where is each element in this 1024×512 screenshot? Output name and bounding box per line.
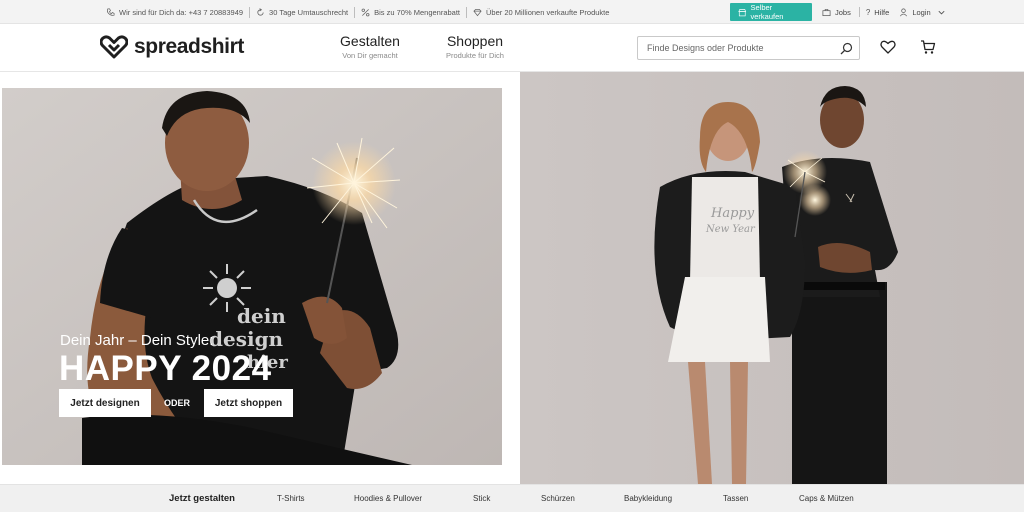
shirt-print-line-1: dein (237, 304, 286, 328)
category-bar: Jetzt gestalten T-Shirts Hoodies & Pullo… (0, 484, 1024, 512)
usp-phone[interactable]: Wir sind für Dich da: +43 7 20883949 (100, 8, 249, 17)
help-link[interactable]: ? Hilfe (866, 8, 889, 17)
category-hoodies[interactable]: Hoodies & Pullover (354, 494, 422, 503)
chevron-down-icon (938, 10, 945, 14)
sell-yourself-label: Selber verkaufen (750, 3, 784, 21)
search-icon[interactable] (840, 42, 853, 55)
main-header: spreadshirt Gestalten Von Dir gemacht Sh… (0, 24, 1024, 72)
hero-kicker: Dein Jahr – Dein Style: (60, 332, 214, 349)
nav-shoppen-label: Shoppen (446, 33, 504, 49)
divider (858, 7, 860, 17)
category-stick[interactable]: Stick (473, 494, 490, 503)
hero-image-left[interactable]: dein design hier Dein Jahr – Dein Style:… (2, 88, 502, 465)
user-icon (900, 8, 908, 16)
search-input[interactable] (638, 43, 828, 53)
usp-return-text: 30 Tage Umtauschrecht (269, 7, 349, 17)
hero-title: HAPPY 2024 (59, 349, 272, 388)
return-icon (257, 7, 264, 16)
phone-icon (106, 8, 115, 16)
nav-gestalten-label: Gestalten (340, 33, 400, 49)
heart-logo-icon (100, 35, 128, 59)
shirt-print-line-2: design (209, 327, 284, 351)
heart-icon[interactable] (880, 39, 896, 55)
briefcase-icon (822, 8, 831, 16)
diamond-icon (473, 8, 482, 16)
category-jetzt-gestalten[interactable]: Jetzt gestalten (169, 493, 235, 504)
usp-discount-text: Bis zu 70% Mengenrabatt (374, 7, 461, 17)
usp-sold-text: Über 20 Millionen verkaufte Produkte (486, 7, 610, 17)
category-schuerzen[interactable]: Schürzen (541, 494, 575, 503)
usp-sold[interactable]: Über 20 Millionen verkaufte Produkte (467, 8, 615, 17)
design-now-button[interactable]: Jetzt designen (59, 389, 151, 417)
percent-icon (361, 8, 370, 16)
sell-yourself-button[interactable]: Selber verkaufen (730, 3, 812, 21)
category-t-shirts[interactable]: T-Shirts (277, 494, 305, 503)
nav-shoppen[interactable]: Shoppen Produkte für Dich (442, 33, 508, 60)
top-info-bar: Wir sind für Dich da: +43 7 20883949 30 … (0, 0, 1024, 24)
login-link[interactable]: Login (899, 8, 945, 17)
hero-image-right[interactable]: Happy New Year (520, 72, 1024, 484)
nav-gestalten-sub: Von Dir gemacht (342, 51, 398, 60)
help-icon: ? (865, 7, 871, 17)
nav-gestalten[interactable]: Gestalten Von Dir gemacht (337, 33, 403, 60)
logo-text: spreadshirt (134, 35, 244, 58)
category-babykleidung[interactable]: Babykleidung (624, 494, 672, 503)
login-label: Login (912, 7, 931, 17)
usp-list: Wir sind für Dich da: +43 7 20883949 30 … (100, 0, 615, 24)
category-tassen[interactable]: Tassen (723, 494, 748, 503)
usp-discount[interactable]: Bis zu 70% Mengenrabatt (355, 8, 466, 17)
shirt-print-happy: Happy (710, 206, 755, 221)
category-caps[interactable]: Caps & Mützen (799, 494, 854, 503)
shirt-print-new-year: New Year (705, 224, 756, 235)
usp-phone-text: Wir sind für Dich da: +43 7 20883949 (119, 7, 244, 17)
spreadshirt-logo[interactable]: spreadshirt (100, 35, 244, 59)
jobs-label: Jobs (835, 7, 851, 17)
hero-photo-couple-sparklers: Happy New Year (520, 72, 1024, 484)
store-icon (738, 8, 747, 16)
jobs-link[interactable]: Jobs (822, 8, 851, 17)
or-label: ODER (164, 398, 191, 408)
usp-return[interactable]: 30 Tage Umtauschrecht (250, 8, 354, 17)
nav-shoppen-sub: Produkte für Dich (446, 51, 504, 60)
search-box (637, 36, 860, 60)
cart-icon[interactable] (920, 39, 936, 55)
help-label: Hilfe (874, 7, 890, 17)
hero-banner: dein design hier Dein Jahr – Dein Style:… (0, 72, 1024, 484)
topbar-actions: Selber verkaufen Jobs ? Hilfe Login (730, 3, 946, 21)
shop-now-button[interactable]: Jetzt shoppen (204, 389, 293, 417)
